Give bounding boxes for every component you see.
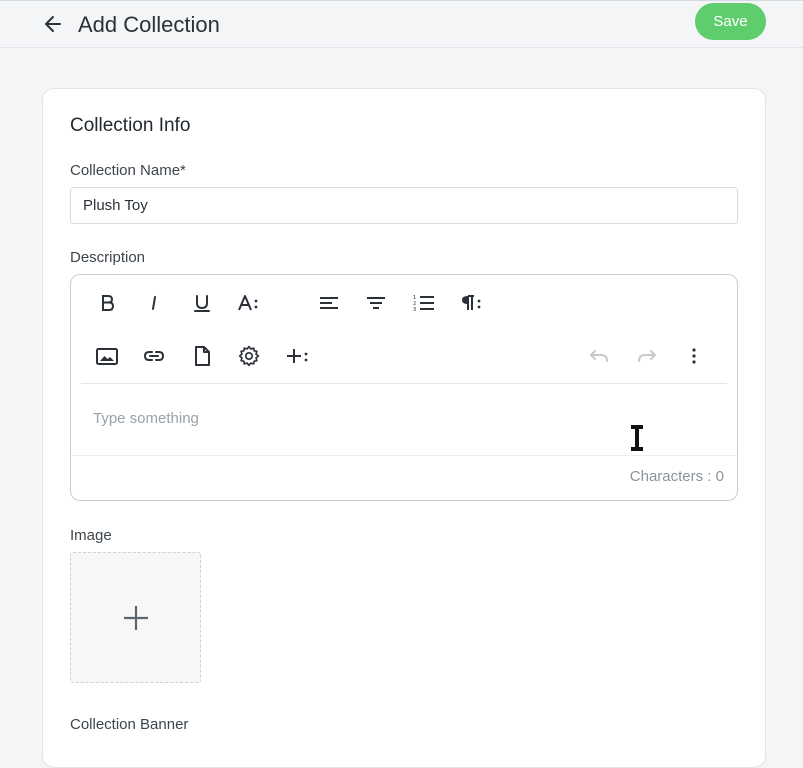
editor-footer-divider (71, 455, 737, 456)
page-title: Add Collection (78, 11, 220, 39)
image-label: Image (70, 527, 112, 544)
description-text-area[interactable]: Type something (93, 399, 693, 439)
collection-banner-label: Collection Banner (70, 716, 188, 733)
insert-more-button[interactable] (280, 339, 314, 373)
paragraph-icon (459, 293, 483, 313)
insert-file-button[interactable] (185, 339, 219, 373)
font-size-button[interactable] (232, 286, 266, 320)
ordered-list-button[interactable]: 1 2 3 (407, 286, 441, 320)
save-button[interactable]: Save (695, 3, 766, 40)
align-left-button[interactable] (312, 286, 346, 320)
insert-more-icon (284, 346, 310, 366)
align-center-icon (365, 293, 387, 313)
align-center-button[interactable] (359, 286, 393, 320)
collection-info-card: Collection Info Collection Name* Descrip… (42, 88, 766, 768)
undo-button[interactable] (582, 339, 616, 373)
insert-link-button[interactable] (137, 339, 171, 373)
section-title: Collection Info (70, 115, 190, 137)
link-icon (142, 346, 166, 366)
arrow-left-icon (43, 14, 63, 34)
back-button[interactable] (40, 11, 66, 37)
insert-image-button[interactable] (90, 339, 124, 373)
description-editor: 1 2 3 (70, 274, 738, 501)
text-cursor-icon (628, 424, 646, 452)
character-count: Characters : 0 (630, 468, 724, 485)
redo-button[interactable] (630, 339, 664, 373)
image-icon (95, 346, 119, 366)
more-vertical-icon (688, 346, 700, 366)
collection-name-input[interactable] (70, 187, 738, 224)
toolbar-divider (81, 383, 727, 384)
plus-icon (121, 603, 151, 633)
underline-icon (192, 293, 212, 313)
align-left-icon (318, 293, 340, 313)
undo-icon (587, 346, 611, 366)
settings-button[interactable] (232, 339, 266, 373)
image-upload-dropzone[interactable] (70, 552, 201, 683)
italic-button[interactable] (137, 286, 171, 320)
gear-icon (238, 345, 260, 367)
more-options-button[interactable] (677, 339, 711, 373)
file-icon (192, 345, 212, 367)
font-size-icon (237, 293, 261, 313)
italic-icon (144, 293, 164, 313)
redo-icon (635, 346, 659, 366)
collection-name-label: Collection Name* (70, 162, 186, 179)
svg-text:3: 3 (413, 307, 416, 313)
bold-icon (97, 293, 117, 313)
underline-button[interactable] (185, 286, 219, 320)
bold-button[interactable] (90, 286, 124, 320)
top-bar: Add Collection Save (0, 0, 803, 48)
description-label: Description (70, 249, 145, 266)
ordered-list-icon: 1 2 3 (412, 293, 436, 313)
paragraph-format-button[interactable] (454, 286, 488, 320)
